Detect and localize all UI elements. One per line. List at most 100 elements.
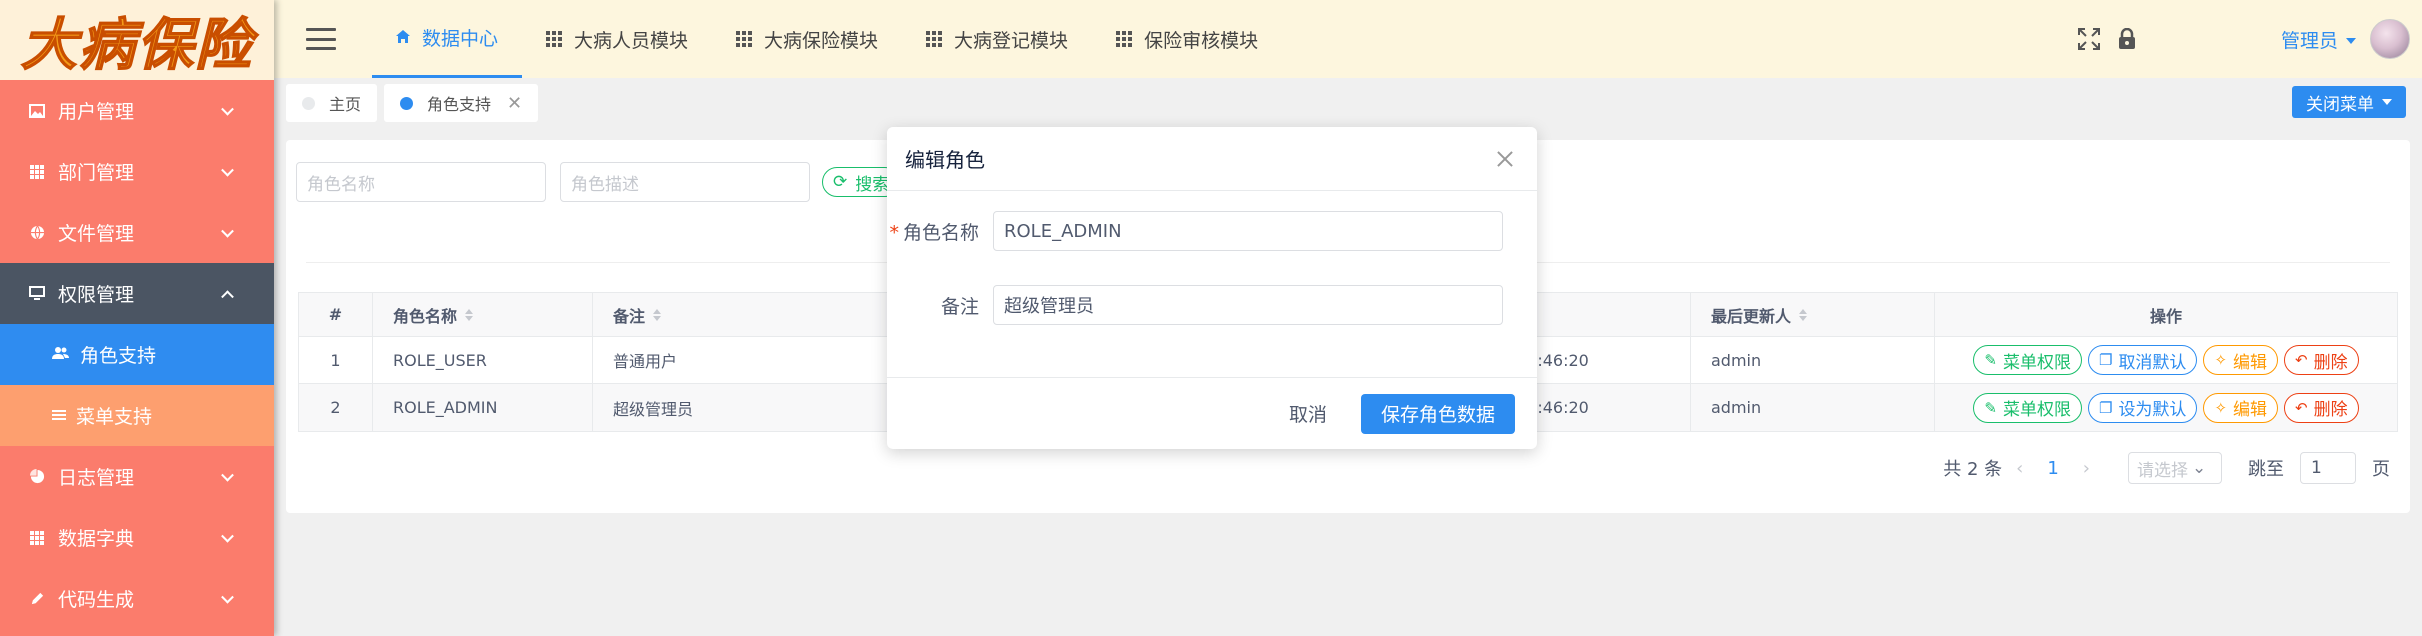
- chevron-down-icon: [221, 468, 234, 482]
- top-nav: 数据中心 大病人员模块 大病保险模块 大病登记模块 保险审核模块: [372, 0, 1282, 78]
- actions-cell: ✎ 菜单权限 ❐ 取消默认 ✧ 编辑 ↶ 删除: [1935, 337, 2397, 383]
- page-size-select[interactable]: 请选择 ⌄: [2128, 452, 2222, 484]
- chevron-down-icon: ⌄: [2192, 458, 2207, 478]
- wrench-icon: ✧: [2214, 351, 2228, 369]
- grid-icon: [28, 163, 46, 181]
- nav-item-label: 大病人员模块: [574, 29, 689, 52]
- chevron-up-icon: [221, 289, 234, 303]
- close-menu-button[interactable]: 关闭菜单: [2292, 86, 2406, 118]
- button-label: 删除: [2313, 352, 2348, 373]
- nav-item-label: 大病登记模块: [954, 29, 1069, 52]
- cancel-button[interactable]: 取消: [1289, 400, 1327, 427]
- modal-title: 编辑角色: [905, 148, 985, 172]
- grid-icon: [28, 529, 46, 547]
- users-icon: [52, 346, 70, 364]
- wrench-icon: ✧: [2214, 398, 2228, 417]
- nav-item-insurance-module[interactable]: 大病保险模块: [712, 0, 902, 78]
- pencil-icon: [28, 590, 46, 608]
- sidebar-subitem-menu-support[interactable]: 菜单支持: [0, 385, 274, 446]
- list-icon: [52, 409, 66, 423]
- button-label: 菜单权限: [2002, 352, 2071, 373]
- remark-label: 备注: [940, 295, 979, 318]
- edit-button[interactable]: ✧ 编辑: [2203, 392, 2279, 423]
- tab-home[interactable]: 主页: [286, 84, 378, 122]
- sidebar-item-label: 日志管理: [58, 467, 135, 489]
- tab-label: 角色支持: [427, 95, 492, 114]
- role-name-label: * 角色名称: [887, 218, 993, 245]
- role-desc-search-input[interactable]: 角色描述: [560, 162, 810, 202]
- tab-role-support[interactable]: 角色支持 ✕: [384, 84, 539, 122]
- app-root: 大病保险 用户管理 部门管理 文件管理 权限管理 角色支持 菜单支持 日志管理 …: [0, 0, 2422, 636]
- close-icon[interactable]: [1493, 147, 1517, 171]
- search-label: 搜索: [855, 174, 890, 195]
- sort-icon[interactable]: [1799, 308, 1808, 321]
- brush-icon: ✎: [1984, 398, 1997, 417]
- caret-down-icon: [2346, 38, 2356, 44]
- sidebar-item-label: 数据字典: [58, 528, 135, 550]
- apps-icon: [736, 31, 753, 47]
- sidebar-item-log-management[interactable]: 日志管理: [0, 446, 274, 507]
- sidebar-item-permission-management[interactable]: 权限管理: [0, 263, 274, 324]
- modal-header: 编辑角色: [887, 127, 1537, 191]
- sidebar-item-code-generation[interactable]: 代码生成: [0, 568, 274, 629]
- role-name-input[interactable]: ROLE_ADMIN: [993, 211, 1503, 251]
- apps-icon: [926, 31, 943, 47]
- caret-down-icon: [2382, 99, 2392, 105]
- tab-status-dot: [400, 96, 413, 110]
- sidebar-item-file-management[interactable]: 文件管理: [0, 202, 274, 263]
- sidebar-item-user-management[interactable]: 用户管理: [0, 80, 274, 141]
- admin-dropdown[interactable]: 管理员: [2281, 26, 2356, 53]
- sidebar: 大病保险 用户管理 部门管理 文件管理 权限管理 角色支持 菜单支持 日志管理 …: [0, 0, 274, 636]
- set-default-button[interactable]: ❐ 设为默认: [2087, 392, 2198, 423]
- fullscreen-icon[interactable]: [2075, 25, 2103, 53]
- role-name-search-input[interactable]: 角色名称: [296, 162, 546, 202]
- column-header: #: [299, 293, 373, 336]
- sidebar-item-label: 代码生成: [58, 589, 135, 611]
- avatar[interactable]: [2370, 19, 2410, 59]
- placeholder: 角色描述: [571, 174, 639, 195]
- nav-item-patient-module[interactable]: 大病人员模块: [522, 0, 712, 78]
- sort-icon[interactable]: [653, 308, 662, 321]
- required-marker: *: [889, 221, 899, 244]
- chevron-down-icon: [221, 590, 234, 604]
- sidebar-subitem-label: 菜单支持: [76, 406, 153, 428]
- hamburger-menu-icon[interactable]: [306, 28, 336, 50]
- header-right: 管理员: [2075, 0, 2422, 78]
- close-menu-label: 关闭菜单: [2306, 94, 2374, 115]
- nav-item-data-center[interactable]: 数据中心: [372, 0, 523, 78]
- sort-icon[interactable]: [465, 308, 474, 321]
- remark-input[interactable]: 超级管理员: [993, 285, 1503, 325]
- lock-icon[interactable]: [2113, 25, 2141, 53]
- role-name-cell: ROLE_USER: [373, 337, 593, 383]
- menu-permission-button[interactable]: ✎ 菜单权限: [1973, 345, 2082, 375]
- chevron-down-icon: [221, 224, 234, 238]
- page-number[interactable]: 1: [2047, 458, 2058, 479]
- delete-button[interactable]: ↶ 删除: [2284, 345, 2359, 375]
- edit-button[interactable]: ✧ 编辑: [2203, 345, 2279, 375]
- column-header-updater[interactable]: 最后更新人: [1691, 293, 1935, 336]
- nav-item-label: 保险审核模块: [1144, 29, 1259, 52]
- chevron-down-icon: [221, 102, 234, 116]
- menu-permission-button[interactable]: ✎ 菜单权限: [1973, 392, 2082, 423]
- row-index: 2: [299, 384, 373, 431]
- delete-button[interactable]: ↶ 删除: [2284, 392, 2359, 423]
- sidebar-item-department-management[interactable]: 部门管理: [0, 141, 274, 202]
- sidebar-subitem-role-support[interactable]: 角色支持: [0, 324, 274, 385]
- role-name-cell: ROLE_ADMIN: [373, 384, 593, 431]
- close-icon[interactable]: ✕: [507, 93, 522, 114]
- prev-page-icon[interactable]: ‹: [2016, 458, 2023, 479]
- nav-item-registration-module[interactable]: 大病登记模块: [902, 0, 1092, 78]
- cancel-default-button[interactable]: ❐ 取消默认: [2087, 345, 2198, 375]
- sidebar-item-data-dictionary[interactable]: 数据字典: [0, 507, 274, 568]
- role-name-field-row: * 角色名称 ROLE_ADMIN: [887, 211, 1503, 251]
- column-header-role-name[interactable]: 角色名称: [373, 293, 593, 336]
- jump-page-input[interactable]: 1: [2300, 452, 2356, 484]
- next-page-icon[interactable]: ›: [2083, 458, 2090, 479]
- sidebar-item-label: 权限管理: [58, 284, 135, 306]
- save-role-button[interactable]: 保存角色数据: [1360, 393, 1515, 434]
- chevron-down-icon: [221, 529, 234, 543]
- logo: 大病保险: [0, 0, 274, 80]
- nav-item-audit-module[interactable]: 保险审核模块: [1092, 0, 1282, 78]
- page-suffix: 页: [2372, 459, 2390, 480]
- admin-label: 管理员: [2280, 29, 2338, 52]
